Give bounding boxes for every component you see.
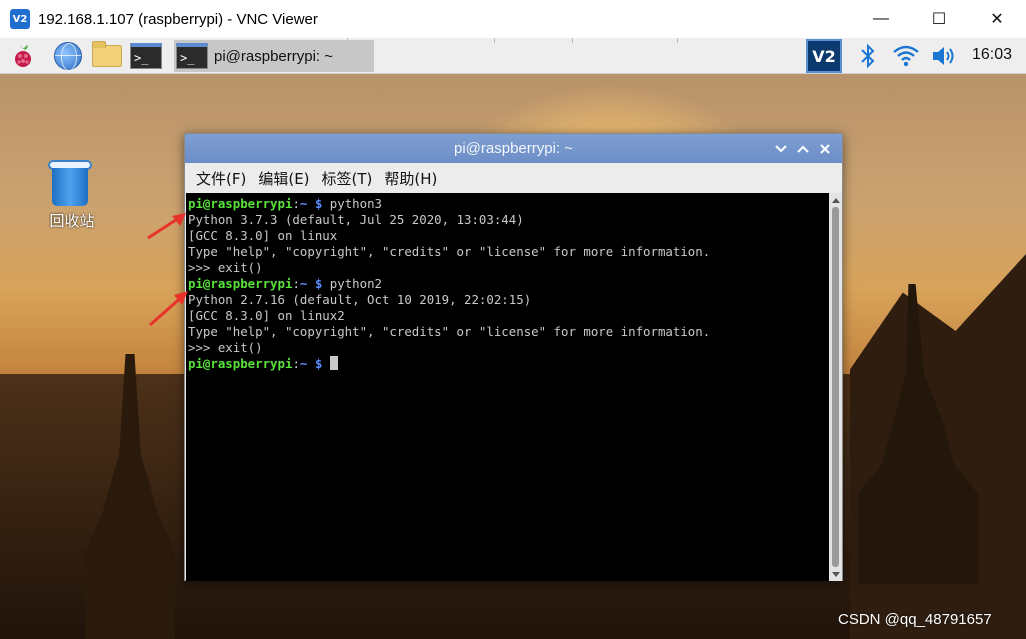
taskbar-clock[interactable]: 16:03 bbox=[972, 46, 1012, 64]
globe-icon bbox=[54, 42, 82, 71]
terminal-line: >>> exit() bbox=[188, 260, 263, 275]
menu-edit[interactable]: 编辑(E) bbox=[257, 168, 310, 189]
prompt-path: ~ bbox=[299, 276, 308, 291]
terminal-icon: >_ bbox=[130, 43, 162, 69]
terminal-icon: >_ bbox=[176, 43, 208, 69]
folder-icon bbox=[92, 41, 122, 67]
menu-tabs[interactable]: 标签(T) bbox=[321, 168, 374, 189]
prompt-user: pi@raspberrypi bbox=[188, 276, 293, 291]
taskbar-divider bbox=[572, 38, 573, 43]
recycle-bin-icon[interactable] bbox=[46, 158, 98, 208]
terminal-line: [GCC 8.3.0] on linux2 bbox=[188, 308, 345, 323]
bluetooth-icon[interactable] bbox=[857, 42, 879, 70]
menu-file[interactable]: 文件(F) bbox=[195, 168, 247, 189]
taskbar-divider bbox=[677, 38, 678, 43]
chevron-down-icon[interactable] bbox=[770, 138, 792, 160]
taskbar-window-terminal[interactable]: >_ pi@raspberrypi: ~ bbox=[174, 40, 374, 72]
window-controls: — ☐ ✕ bbox=[852, 0, 1026, 38]
close-button[interactable]: ✕ bbox=[968, 0, 1026, 38]
scrollbar-thumb[interactable] bbox=[832, 207, 839, 567]
annotation-arrow-icon bbox=[147, 213, 186, 240]
terminal-output[interactable]: pi@raspberrypi:~ $ python3 Python 3.7.3 (… bbox=[186, 193, 829, 581]
wifi-icon[interactable] bbox=[891, 42, 921, 70]
scroll-down-arrow-icon[interactable] bbox=[829, 568, 842, 580]
vnc-titlebar: V2 192.168.1.107 (raspberrypi) - VNC Vie… bbox=[0, 0, 1026, 38]
terminal-title: pi@raspberrypi: ~ bbox=[453, 140, 574, 157]
command-text: python3 bbox=[322, 196, 382, 211]
taskbar-divider bbox=[494, 38, 495, 43]
command-text: python2 bbox=[322, 276, 382, 291]
text-cursor bbox=[329, 356, 338, 370]
prompt-colon: : bbox=[292, 356, 300, 371]
terminal-line: Python 2.7.16 (default, Oct 10 2019, 22:… bbox=[188, 292, 532, 307]
menu-help[interactable]: 帮助(H) bbox=[383, 168, 438, 189]
terminal-line: >>> exit() bbox=[188, 340, 263, 355]
watermark-text: CSDN @qq_48791657 bbox=[838, 611, 992, 628]
maximize-button[interactable]: ☐ bbox=[910, 0, 968, 38]
terminal-line: Type "help", "copyright", "credits" or "… bbox=[188, 244, 711, 259]
web-browser-button[interactable] bbox=[52, 41, 84, 71]
terminal-scrollbar[interactable] bbox=[829, 193, 842, 581]
recycle-bin-label[interactable]: 回收站 bbox=[40, 210, 104, 231]
minimize-button[interactable]: — bbox=[852, 0, 910, 38]
vnc-logo-icon: V2 bbox=[10, 9, 30, 29]
window-title: 192.168.1.107 (raspberrypi) - VNC Viewer bbox=[38, 10, 318, 28]
prompt-path: ~ bbox=[299, 356, 308, 371]
close-icon[interactable] bbox=[814, 138, 836, 160]
prompt-colon: : bbox=[292, 196, 300, 211]
chevron-up-icon[interactable] bbox=[792, 138, 814, 160]
scroll-up-arrow-icon[interactable] bbox=[829, 194, 842, 206]
annotation-arrow-icon bbox=[149, 291, 188, 327]
terminal-launcher-button[interactable]: >_ bbox=[130, 41, 162, 71]
volume-icon[interactable] bbox=[929, 42, 959, 70]
terminal-line: pi@raspberrypi:~ $ python2 bbox=[188, 276, 829, 292]
prompt-colon: : bbox=[292, 276, 300, 291]
prompt-path: ~ bbox=[299, 196, 308, 211]
terminal-window-controls bbox=[770, 134, 836, 163]
terminal-menubar: 文件(F) 编辑(E) 标签(T) 帮助(H) bbox=[185, 163, 842, 193]
terminal-line: [GCC 8.3.0] on linux bbox=[188, 228, 338, 243]
terminal-titlebar[interactable]: pi@raspberrypi: ~ bbox=[185, 134, 842, 163]
terminal-line: pi@raspberrypi:~ $ python3 bbox=[188, 196, 829, 212]
prompt-user: pi@raspberrypi bbox=[188, 196, 293, 211]
raspberry-pi-icon bbox=[15, 45, 31, 67]
vnc-server-tray-icon[interactable]: V2 bbox=[806, 39, 842, 73]
file-manager-button[interactable] bbox=[91, 41, 123, 71]
terminal-window: pi@raspberrypi: ~ 文件(F) 编辑(E) 标签(T) 帮助(H… bbox=[184, 133, 843, 581]
prompt-user: pi@raspberrypi bbox=[188, 356, 293, 371]
raspberry-menu-button[interactable] bbox=[7, 41, 39, 71]
terminal-line: pi@raspberrypi:~ $ bbox=[188, 356, 829, 372]
prompt-dollar: $ bbox=[314, 356, 323, 371]
trash-body bbox=[52, 168, 88, 206]
terminal-line: Type "help", "copyright", "credits" or "… bbox=[188, 324, 711, 339]
taskbar-window-label: pi@raspberrypi: ~ bbox=[214, 47, 334, 65]
terminal-line: Python 3.7.3 (default, Jul 25 2020, 13:0… bbox=[188, 212, 524, 227]
